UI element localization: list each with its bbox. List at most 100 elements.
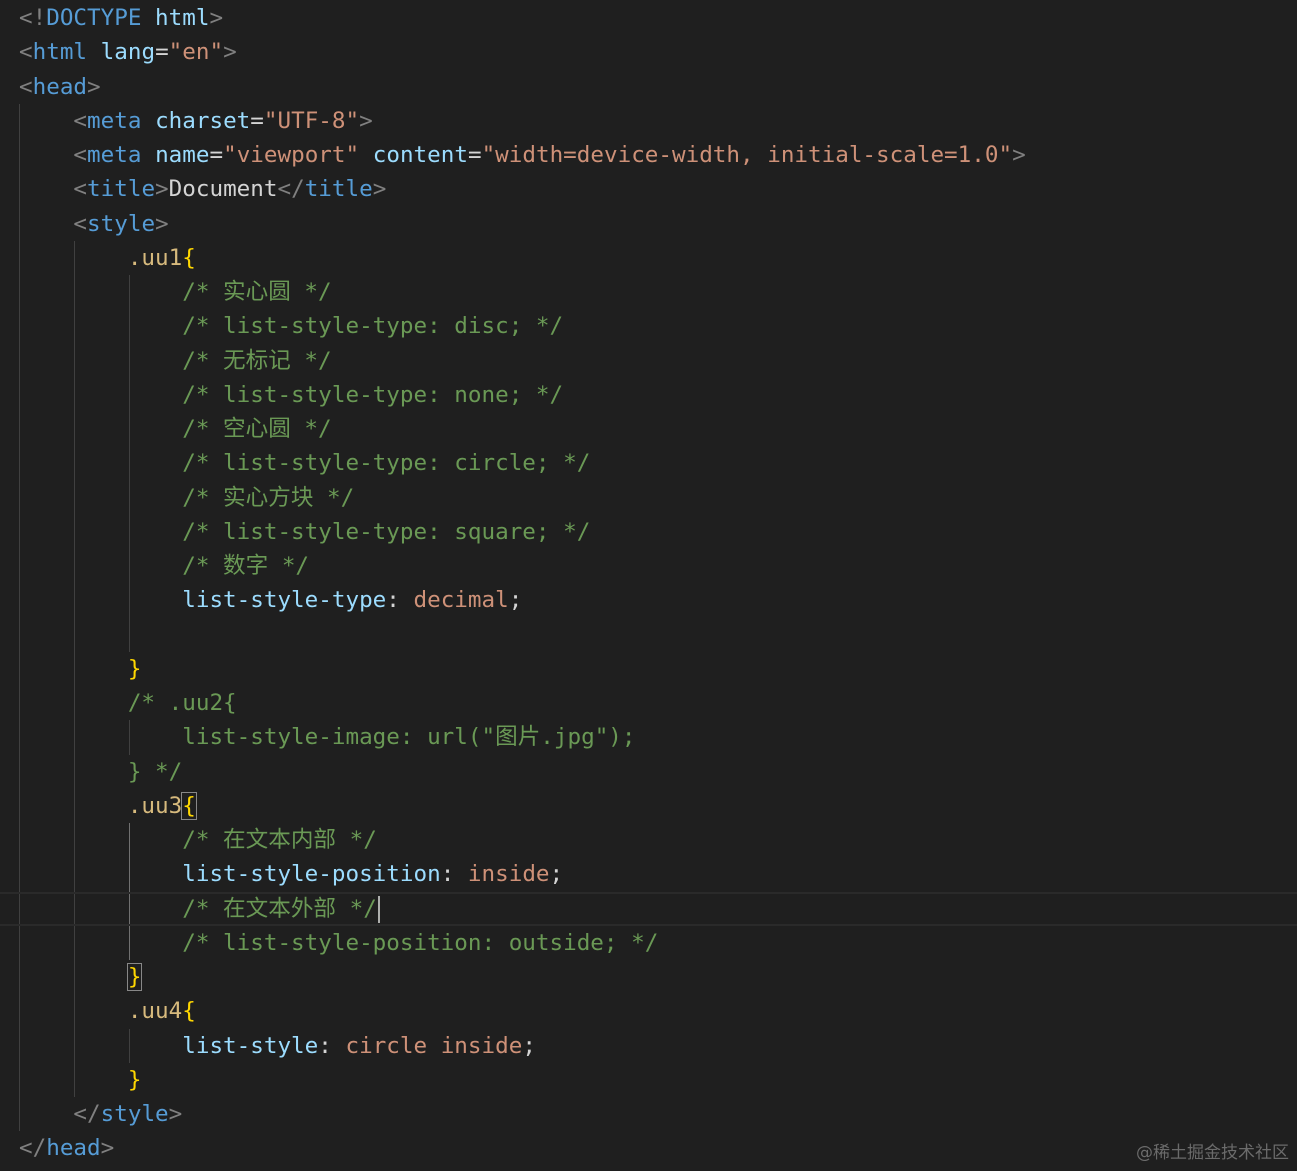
code-text: list-style-type: decimal; — [19, 583, 522, 617]
code-line[interactable]: <html lang="en"> — [0, 35, 1297, 69]
token-comment: /* 无标记 */ — [182, 347, 332, 374]
token-val: decimal — [413, 587, 509, 614]
code-line[interactable]: } — [0, 652, 1297, 686]
token-text: = — [250, 107, 264, 134]
code-line[interactable]: /* 空心圆 */ — [0, 412, 1297, 446]
code-editor[interactable]: <!DOCTYPE html> <html lang="en"> <head> <m… — [0, 0, 1297, 1171]
watermark: @稀土掘金技术社区 — [1136, 1143, 1289, 1163]
token-sel: .uu4 — [127, 998, 183, 1025]
code-line[interactable]: } — [0, 960, 1297, 994]
token-sel: .uu1 — [127, 244, 183, 271]
code-line[interactable]: <meta name="viewport" content="width=dev… — [0, 138, 1297, 172]
token-text: ; — [549, 861, 564, 888]
code-line[interactable]: <title>Document</title> — [0, 172, 1297, 206]
token-prop: list-style-position — [182, 861, 441, 888]
code-text: /* 数字 */ — [19, 549, 309, 583]
code-line[interactable]: /* list-style-type: disc; */ — [0, 309, 1297, 343]
token-punct: > — [1012, 142, 1026, 168]
code-text: <meta name="viewport" content="width=dev… — [19, 138, 1026, 172]
token-comment: /* 实心圆 */ — [182, 279, 332, 305]
code-line[interactable]: .uu1{ — [0, 241, 1297, 275]
code-line[interactable]: /* 数字 */ — [0, 549, 1297, 583]
token-text: ; — [522, 1032, 536, 1059]
token-punct: < — [19, 73, 33, 100]
code-line[interactable]: <meta charset="UTF-8"> — [0, 104, 1297, 138]
code-line[interactable]: list-style-image: url("图片.jpg"); — [0, 720, 1297, 754]
code-text: } */ — [19, 755, 182, 789]
code-line[interactable]: /* 实心方块 */ — [0, 481, 1297, 515]
code-line[interactable]: <!DOCTYPE html> — [0, 1, 1297, 35]
token-tag: title — [87, 176, 156, 203]
token-punct: > — [372, 176, 387, 203]
code-line[interactable]: /* 在文本内部 */ — [0, 823, 1297, 857]
code-line[interactable]: <head> — [0, 70, 1297, 104]
code-line[interactable]: } — [0, 1063, 1297, 1097]
token-text: ; — [508, 587, 523, 614]
code-text: } — [19, 960, 143, 994]
code-line[interactable]: /* list-style-position: outside; */ — [0, 926, 1297, 960]
token-tag: meta — [87, 107, 142, 134]
code-line[interactable]: <style> — [0, 207, 1297, 241]
code-text: <html lang="en"> — [19, 35, 237, 69]
token-brace: } — [127, 1066, 142, 1093]
token-punct: < — [73, 176, 88, 203]
token-punct: < — [73, 210, 88, 237]
token-punct: <! — [19, 5, 47, 31]
token-punct: > — [168, 1101, 183, 1127]
token-val: inside — [467, 861, 550, 888]
code-line[interactable]: /* list-style-type: square; */ — [0, 515, 1297, 549]
code-text: .uu4{ — [19, 994, 196, 1028]
token-punct: < — [19, 39, 33, 66]
token-tag: head — [46, 1135, 101, 1162]
token-str: "width=device-width, initial-scale=1.0" — [481, 142, 1013, 168]
code-line[interactable]: list-style-type: decimal; — [0, 583, 1297, 617]
code-line[interactable]: list-style-position: inside; — [0, 857, 1297, 891]
code-line[interactable]: } */ — [0, 755, 1297, 789]
token-punct: > — [155, 176, 169, 203]
code-line[interactable]: /* list-style-type: none; */ — [0, 378, 1297, 412]
code-text: /* list-style-position: outside; */ — [19, 926, 658, 960]
code-line[interactable]: .uu3{ — [0, 789, 1297, 823]
token-punct: < — [73, 142, 88, 168]
token-val: circle inside — [345, 1032, 523, 1059]
code-line[interactable]: </style> — [0, 1097, 1297, 1131]
token-tag: meta — [87, 142, 142, 168]
code-line[interactable]: list-style: circle inside; — [0, 1029, 1297, 1063]
token-tag: style — [87, 210, 156, 237]
token-punct: </ — [73, 1101, 101, 1127]
code-text: /* 实心圆 */ — [19, 275, 332, 309]
token-attr: lang — [100, 39, 156, 66]
code-line[interactable]: /* list-style-type: circle; */ — [0, 446, 1297, 480]
code-line[interactable]: .uu4{ — [0, 994, 1297, 1028]
token-comment: /* 实心方块 */ — [182, 484, 355, 511]
token-text: : — [386, 587, 414, 614]
code-text: list-style-position: inside; — [19, 857, 563, 891]
code-line[interactable]: /* 在文本外部 */ — [0, 891, 1297, 926]
code-line[interactable]: /* 实心圆 */ — [0, 275, 1297, 309]
token-punct: > — [100, 1135, 115, 1162]
code-line[interactable]: </head> — [0, 1131, 1297, 1165]
code-line[interactable]: /* .uu2{ — [0, 686, 1297, 720]
token-attr: html — [155, 5, 210, 31]
token-str: "en" — [168, 39, 224, 66]
token-attr: content — [372, 142, 468, 168]
code-line[interactable]: /* 无标记 */ — [0, 344, 1297, 378]
token-brace: { — [182, 998, 196, 1025]
code-line[interactable] — [0, 618, 1297, 652]
token-text: = — [209, 142, 224, 168]
token-comment: /* list-style-position: outside; */ — [182, 929, 659, 956]
token-comment: /* list-style-type: circle; */ — [182, 450, 591, 477]
